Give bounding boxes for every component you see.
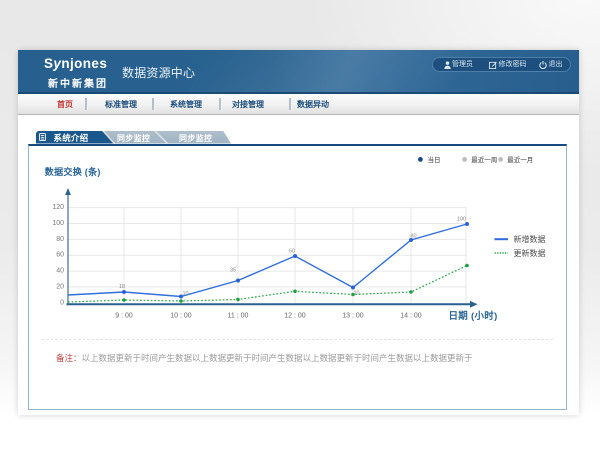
svg-text:35: 35 (230, 268, 236, 274)
svg-text:最近一周: 最近一周 (471, 155, 497, 164)
svg-text:14 : 00: 14 : 00 (400, 313, 422, 320)
svg-text:数据交换 (条): 数据交换 (条) (45, 166, 101, 177)
svg-text:20: 20 (56, 283, 64, 290)
svg-text:最近一月: 最近一月 (507, 155, 533, 164)
svg-text:100: 100 (52, 220, 64, 227)
svg-text:60: 60 (56, 252, 64, 259)
svg-text:新增数据: 新增数据 (514, 234, 546, 244)
svg-text:40: 40 (56, 268, 64, 275)
svg-text:80: 80 (410, 234, 416, 240)
svg-text:0: 0 (60, 299, 64, 306)
svg-text:9 : 00: 9 : 00 (115, 313, 133, 320)
svg-text:60: 60 (289, 249, 295, 255)
svg-text:13 : 00: 13 : 00 (342, 313, 364, 320)
svg-text:日期 (小时): 日期 (小时) (449, 310, 498, 322)
svg-text:18: 18 (119, 284, 125, 290)
svg-text:当日: 当日 (428, 155, 441, 164)
svg-text:10 : 00: 10 : 00 (170, 313, 192, 320)
svg-text:10: 10 (182, 291, 188, 297)
svg-text:120: 120 (52, 204, 64, 211)
svg-text:80: 80 (56, 236, 64, 243)
svg-text:10: 10 (353, 291, 359, 297)
svg-text:更新数据: 更新数据 (514, 248, 546, 258)
svg-text:11 : 00: 11 : 00 (228, 313, 249, 320)
svg-text:12 : 00: 12 : 00 (284, 313, 306, 320)
svg-text:100: 100 (457, 217, 466, 223)
